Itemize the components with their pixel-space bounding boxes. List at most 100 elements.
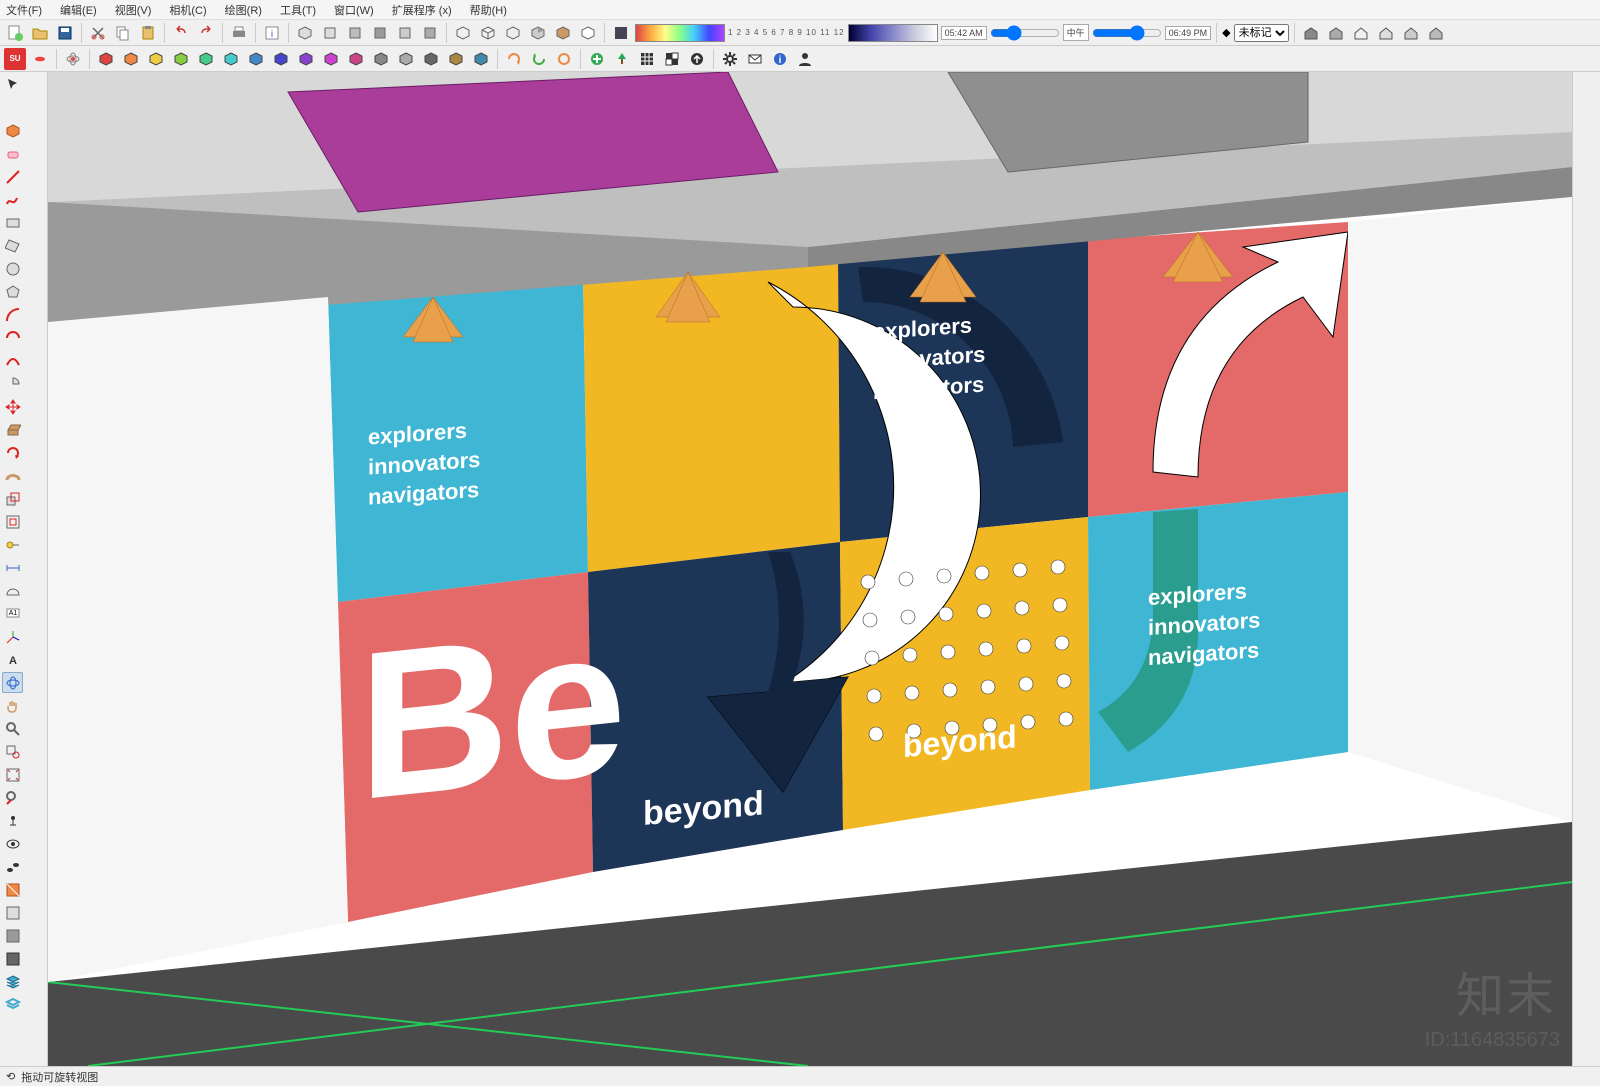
tape-tool[interactable] (2, 534, 23, 555)
atom-icon[interactable] (62, 48, 84, 70)
right-tray[interactable] (1572, 72, 1600, 1066)
user-icon[interactable] (794, 48, 816, 70)
plugin-btn-9[interactable] (320, 48, 342, 70)
back-view-button[interactable] (394, 22, 416, 44)
eraser-tool[interactable] (2, 143, 23, 164)
section-fill-tool[interactable] (2, 925, 23, 946)
3pt-arc-tool[interactable] (2, 350, 23, 371)
plugin-btn-3[interactable] (170, 48, 192, 70)
style-xray-button[interactable] (452, 22, 474, 44)
time-slider[interactable] (990, 25, 1060, 41)
zoom-window-tool[interactable] (2, 741, 23, 762)
house3-icon[interactable] (1400, 22, 1422, 44)
front-view-button[interactable] (344, 22, 366, 44)
shadow-button[interactable] (610, 22, 632, 44)
dimension-tool[interactable] (2, 557, 23, 578)
extension-wh-button[interactable] (1325, 22, 1347, 44)
paste-button[interactable] (137, 22, 159, 44)
offset-tool[interactable] (2, 511, 23, 532)
tree-icon[interactable] (611, 48, 633, 70)
select-tool[interactable] (2, 74, 23, 95)
move-tool[interactable] (2, 396, 23, 417)
plugin-btn-10[interactable] (345, 48, 367, 70)
iso-button[interactable] (294, 22, 316, 44)
cut-button[interactable] (87, 22, 109, 44)
right-view-button[interactable] (369, 22, 391, 44)
zoom-tool[interactable] (2, 718, 23, 739)
gear-icon[interactable] (719, 48, 741, 70)
prev-view-tool[interactable] (2, 787, 23, 808)
position-camera-tool[interactable] (2, 810, 23, 831)
plugin-btn-12[interactable] (395, 48, 417, 70)
top-view-button[interactable] (319, 22, 341, 44)
house2-icon[interactable] (1375, 22, 1397, 44)
orbit-tool[interactable] (2, 672, 23, 693)
polygon-tool[interactable] (2, 281, 23, 302)
plugin-btn-5[interactable] (220, 48, 242, 70)
freehand-tool[interactable] (2, 189, 23, 210)
new-file-button[interactable] (4, 22, 26, 44)
plugin-btn-1[interactable] (120, 48, 142, 70)
arc-tool[interactable] (2, 304, 23, 325)
warehouse-button[interactable] (1300, 22, 1322, 44)
viewport[interactable]: Be (48, 72, 1572, 1066)
menu-extensions[interactable]: 扩展程序 (x) (392, 2, 452, 18)
plugin-btn-15[interactable] (470, 48, 492, 70)
refresh2-icon[interactable] (528, 48, 550, 70)
style-mono-button[interactable] (577, 22, 599, 44)
checker-icon[interactable] (661, 48, 683, 70)
redo-button[interactable] (195, 22, 217, 44)
section-cut-tool[interactable] (2, 948, 23, 969)
line-tool[interactable] (2, 166, 23, 187)
left-view-button[interactable] (419, 22, 441, 44)
rotate-tool[interactable] (2, 442, 23, 463)
cycle-icon[interactable] (553, 48, 575, 70)
menu-view[interactable]: 视图(V) (115, 2, 152, 18)
plugin-btn-6[interactable] (245, 48, 267, 70)
rect-tool[interactable] (2, 212, 23, 233)
add-icon[interactable] (586, 48, 608, 70)
plugin-btn-8[interactable] (295, 48, 317, 70)
plugin-btn-0[interactable] (95, 48, 117, 70)
plugin-btn-13[interactable] (420, 48, 442, 70)
save-file-button[interactable] (54, 22, 76, 44)
menu-window[interactable]: 窗口(W) (334, 2, 374, 18)
text-tool[interactable]: A1 (2, 603, 23, 624)
menu-tools[interactable]: 工具(T) (280, 2, 316, 18)
style-shaded-tex-button[interactable] (552, 22, 574, 44)
open-file-button[interactable] (29, 22, 51, 44)
rotated-rect-tool[interactable] (2, 235, 23, 256)
menu-file[interactable]: 文件(F) (6, 2, 42, 18)
menu-camera[interactable]: 相机(C) (169, 2, 206, 18)
scale-tool[interactable] (2, 488, 23, 509)
section-display-tool[interactable] (2, 902, 23, 923)
su-logo-icon[interactable]: SU (4, 48, 26, 70)
info-icon[interactable]: i (769, 48, 791, 70)
style-shaded-button[interactable] (527, 22, 549, 44)
zoom-extents-tool[interactable] (2, 764, 23, 785)
grid-icon[interactable] (636, 48, 658, 70)
outliner-icon[interactable] (2, 994, 23, 1015)
2pt-arc-tool[interactable] (2, 327, 23, 348)
look-around-tool[interactable] (2, 833, 23, 854)
plugin-btn-7[interactable] (270, 48, 292, 70)
layers-icon[interactable] (2, 971, 23, 992)
walk-tool[interactable] (2, 856, 23, 877)
axes-tool[interactable] (2, 626, 23, 647)
pan-tool[interactable] (2, 695, 23, 716)
house4-icon[interactable] (1425, 22, 1447, 44)
plugin-btn-11[interactable] (370, 48, 392, 70)
menu-draw[interactable]: 绘图(R) (225, 2, 262, 18)
pie-tool[interactable] (2, 373, 23, 394)
plugin-s-icon[interactable] (29, 48, 51, 70)
undo-button[interactable] (170, 22, 192, 44)
pushpull-tool[interactable] (2, 419, 23, 440)
mail-icon[interactable] (744, 48, 766, 70)
refresh-icon[interactable] (503, 48, 525, 70)
plugin-btn-4[interactable] (195, 48, 217, 70)
plugin-btn-14[interactable] (445, 48, 467, 70)
component-tool[interactable] (2, 120, 23, 141)
section-tool[interactable] (2, 879, 23, 900)
protractor-tool[interactable] (2, 580, 23, 601)
print-button[interactable] (228, 22, 250, 44)
